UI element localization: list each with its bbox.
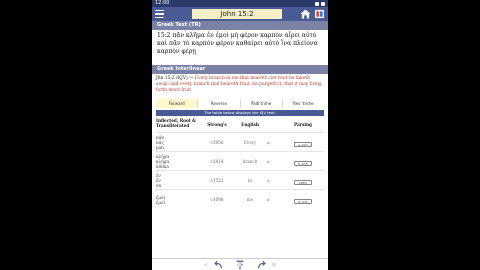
strongs-value: 1698 [212,196,224,202]
header-word: Inflected, Root & Transliterated [156,118,196,128]
word-cell: πᾶν πᾶς pan [156,134,200,150]
table-row: πᾶν πᾶς pan c3956 Every ◀) A-ASN [156,132,324,151]
parsing-button[interactable]: PREP [294,179,312,185]
english-word: in [247,177,253,183]
battery-icon [321,1,325,6]
header-english: English [241,122,259,127]
header-strongs: Strong's [207,122,227,127]
english-word: branch [242,158,258,164]
strongs-number[interactable]: c3956 [200,140,234,145]
transliteration: pan [156,145,164,150]
tab-rev-trime[interactable]: Rev 'trime [282,99,324,108]
strongs-number[interactable]: c2814 [200,159,234,164]
speaker-icon[interactable]: ◀) [266,197,271,202]
system-home-icon[interactable]: ● [237,262,241,268]
tab-padi-trime[interactable]: Padi'trime [240,99,283,108]
parsing-button[interactable]: P-1DS [294,198,312,204]
parsing-button[interactable]: A-ASN [294,141,312,147]
table-note: The table below displays the KJV text. [156,110,324,116]
transliteration: en [156,183,162,188]
speaker-icon[interactable]: ◀) [266,178,271,183]
tab-reverse[interactable]: Reverse [198,99,241,108]
strongs-value: 3956 [212,139,224,145]
status-bar: 12:00 [152,0,328,7]
greek-text-body: 15:2 πᾶν κλῆμα ἐν ἐμοὶ μὴ φέρον καρπὸν α… [157,32,318,55]
parsing-button[interactable]: N-ASN [294,160,312,166]
speaker-icon[interactable]: ◀) [266,159,271,164]
transliteration: klēma [156,164,169,169]
table-row: κλῆμα κλῆμα klēma c2814 branch ◀) N-ASN [156,151,324,170]
strongs-value: 2814 [212,158,224,164]
kjv-verse: Jhn 15:2 (KJV) — Every branch in me that… [152,74,328,98]
system-back-icon[interactable]: ◀ [204,262,208,268]
verse-ref: Jhn 15:2 (KJV) — [156,76,194,81]
table-header: Inflected, Root & Transliterated Strong'… [156,118,324,132]
app-bar: John 15:2 [152,7,328,21]
strongs-number[interactable]: c1722 [200,178,234,183]
app-window: 12:00 John 15:2 Greek Text (TR) 15:2 πᾶν… [152,0,328,270]
strongs-value: 1722 [212,177,224,183]
verse-reference-title[interactable]: John 15:2 [192,9,282,19]
header-parsing: Parsing [294,122,312,127]
header-audio [266,118,284,132]
english-word: me [246,196,254,202]
system-recents-icon[interactable]: ■ [272,262,277,268]
speaker-icon[interactable]: ◀) [266,140,271,145]
root-word: ἐμοὶ [156,199,166,205]
status-icons [315,0,325,7]
ebook-icon[interactable] [314,9,325,19]
system-navigation: ◀ ● ■ [160,260,320,270]
hamburger-icon[interactable] [155,10,164,18]
greek-text-header: Greek Text (TR) [152,21,328,30]
content-area[interactable]: Greek Text (TR) 15:2 πᾶν κλῆμα ἐν ἐμοὶ μ… [152,21,328,258]
word-cell: ἐμοὶ ἐμοὶ [156,194,200,205]
wifi-icon [315,1,319,6]
interlinear-tabs: Forward Reverse Padi'trime Rev 'trime [156,99,324,108]
home-icon[interactable] [300,9,311,19]
table-row: ἐμοὶ ἐμοὶ c1698 me ◀) P-1DS [156,189,324,208]
tab-forward[interactable]: Forward [156,99,199,108]
greek-interlinear-header: Greek Interlinear [152,65,328,74]
word-cell: ἐν ἐν en [156,172,200,188]
english-word: Every [243,139,257,145]
strongs-number[interactable]: c1698 [200,197,234,202]
table-row: ἐν ἐν en c1722 in ◀) PREP [156,170,324,189]
status-time: 12:00 [155,0,170,6]
word-cell: κλῆμα κλῆμα klēma [156,153,200,169]
